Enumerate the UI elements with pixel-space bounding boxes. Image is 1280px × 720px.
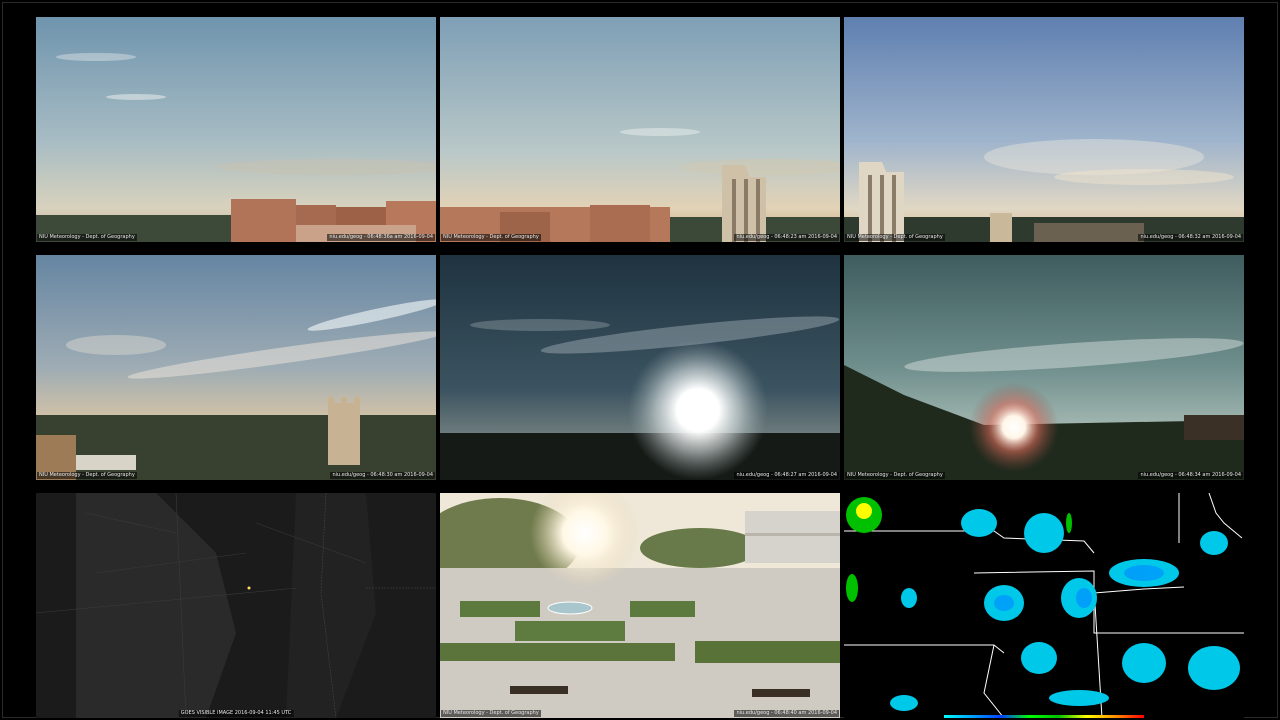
camera-label: NIU Meteorology - Dept. of Geography — [37, 234, 137, 241]
webcam-panel-east[interactable]: NIU Meteorology - Dept. of Geography niu… — [36, 255, 436, 480]
timestamp-label: niu.edu/geog - 06:48:27 am 2016-09-04 — [734, 472, 839, 479]
radar-mosaic-image — [844, 493, 1244, 718]
camera-label: NIU Meteorology - Dept. of Geography — [845, 234, 945, 241]
webcam-panel-north[interactable]: NIU Meteorology - Dept. of Geography niu… — [440, 17, 840, 242]
timestamp-label: niu.edu/geog - 06:48:32 am 2016-09-04 — [1138, 234, 1243, 241]
webcam-west-image — [36, 17, 436, 242]
webcam-southeast-image — [844, 255, 1244, 480]
webcam-mall-image — [440, 493, 840, 718]
timestamp-label: niu.edu/geog - 06:48:23 am 2016-09-04 — [734, 234, 839, 241]
webcam-panel-mall[interactable]: NIU Meteorology - Dept. of Geography niu… — [440, 493, 840, 718]
timestamp-label: niu.edu/geog - 06:48:40 am 2016-09-04 — [734, 710, 839, 717]
timestamp-label: niu.edu/geog - 06:48:30 am 2016-09-04 — [330, 472, 435, 479]
camera-label: NIU Meteorology - Dept. of Geography — [441, 710, 541, 717]
timestamp-label: niu.edu/geog - 06:48:34 am 2016-09-04 — [1138, 472, 1243, 479]
webcam-sunrise-image — [440, 255, 840, 480]
camera-label: NIU Meteorology - Dept. of Geography — [845, 472, 945, 479]
satellite-visible-image — [36, 493, 436, 718]
webcam-north-image — [440, 17, 840, 242]
camera-label: NIU Meteorology - Dept. of Geography — [37, 472, 137, 479]
radar-panel[interactable] — [844, 493, 1244, 718]
webcam-panel-west[interactable]: NIU Meteorology - Dept. of Geography niu… — [36, 17, 436, 242]
webcam-panel-sunrise[interactable]: niu.edu/geog - 06:48:27 am 2016-09-04 — [440, 255, 840, 480]
webcam-panel-northeast[interactable]: NIU Meteorology - Dept. of Geography niu… — [844, 17, 1244, 242]
camera-label: NIU Meteorology - Dept. of Geography — [441, 234, 541, 241]
satellite-panel[interactable]: GOES VISIBLE IMAGE 2016-09-04 11:45 UTC — [36, 493, 436, 718]
satellite-caption: GOES VISIBLE IMAGE 2016-09-04 11:45 UTC — [178, 710, 294, 717]
webcam-east-image — [36, 255, 436, 480]
radar-color-legend — [944, 715, 1144, 718]
webcam-panel-southeast[interactable]: NIU Meteorology - Dept. of Geography niu… — [844, 255, 1244, 480]
timestamp-label: niu.edu/geog - 06:48:36a am 2016-09-04 — [327, 234, 435, 241]
webcam-northeast-image — [844, 17, 1244, 242]
